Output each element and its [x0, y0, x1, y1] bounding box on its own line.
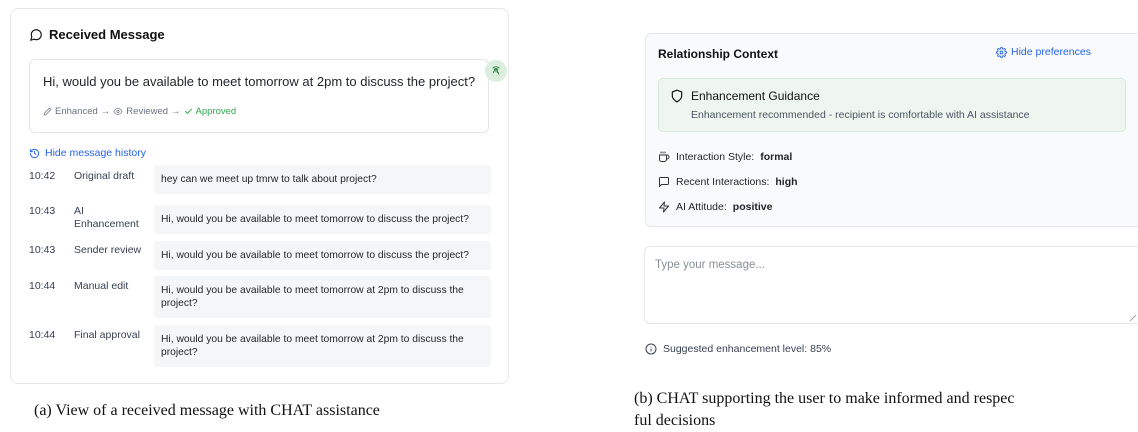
history-label: Manual edit — [74, 280, 129, 292]
interaction-style-value: formal — [760, 151, 793, 163]
history-label: AI Enhancement — [74, 205, 139, 230]
history-text: Hi, would you be available to meet tomor… — [154, 205, 491, 234]
pipeline-arrow: → — [100, 106, 111, 117]
pipeline-reviewed: Reviewed — [126, 106, 169, 117]
relationship-context-title: Relationship Context — [658, 47, 779, 61]
message-pipeline: Enhanced → Reviewed → Approved — [43, 106, 236, 117]
received-message-text: Hi, would you be available to meet tomor… — [43, 74, 476, 89]
eye-icon — [113, 108, 123, 115]
relationship-context-panel: Relationship Context Hide preferences En… — [645, 33, 1138, 227]
history-text: hey can we meet up tmrw to talk about pr… — [154, 165, 491, 194]
interaction-style-row: Interaction Style: formal — [658, 151, 792, 163]
shield-icon — [671, 89, 683, 103]
history-time: 10:43 — [29, 244, 56, 256]
received-message-header: Received Message — [29, 27, 165, 42]
history-label: Final approval — [74, 329, 140, 341]
history-time: 10:43 — [29, 205, 56, 217]
settings-icon — [996, 46, 1007, 58]
suggested-enhancement-text: Suggested enhancement level: 85% — [663, 343, 832, 355]
suggested-enhancement-level: Suggested enhancement level: 85% — [645, 343, 831, 355]
pipeline-approved: Approved — [195, 106, 237, 117]
caption-b-line1: (b) CHAT supporting the user to make inf… — [634, 390, 1015, 407]
caption-a: (a) View of a received message with CHAT… — [34, 402, 380, 419]
pipeline-arrow: → — [171, 106, 181, 117]
enhancement-guidance-description: Enhancement recommended - recipient is c… — [691, 109, 1030, 121]
ai-attitude-row: AI Attitude: positive — [658, 201, 772, 213]
ai-attitude-value: positive — [732, 201, 773, 213]
history-time: 10:44 — [29, 280, 56, 292]
zap-icon — [659, 201, 669, 213]
history-text: Hi, would you be available to meet tomor… — [154, 325, 491, 367]
caption-b-line2: ful decisions — [634, 412, 716, 429]
hide-message-history-label: Hide message history — [45, 147, 146, 159]
enhancement-guidance-box: Enhancement Guidance Enhancement recomme… — [658, 78, 1126, 132]
check-icon — [184, 108, 192, 115]
history-text: Hi, would you be available to meet tomor… — [154, 276, 491, 318]
history-time: 10:42 — [29, 170, 56, 182]
message-square-icon — [659, 177, 669, 187]
history-label: Sender review — [74, 244, 142, 256]
pencil-icon — [43, 107, 52, 116]
hide-message-history-link[interactable]: Hide message history — [29, 147, 146, 159]
pipeline-enhanced: Enhanced — [55, 106, 98, 117]
recent-interactions-row: Recent Interactions: high — [658, 176, 798, 188]
hide-preferences-label: Hide preferences — [1011, 46, 1091, 58]
history-icon — [29, 148, 40, 158]
received-message-box: Hi, would you be available to meet tomor… — [29, 59, 489, 133]
hide-preferences-link[interactable]: Hide preferences — [996, 46, 1091, 58]
message-input[interactable] — [655, 259, 1125, 309]
message-circle-icon — [30, 28, 42, 41]
caption-b: (b) CHAT supporting the user to make inf… — [634, 388, 1015, 432]
ai-attitude-label: AI Attitude: — [676, 201, 727, 213]
recent-interactions-label: Recent Interactions: — [676, 176, 770, 188]
recent-interactions-value: high — [775, 176, 798, 188]
fingerprint-button[interactable] — [485, 60, 507, 82]
fingerprint-icon — [492, 66, 500, 75]
received-message-title: Received Message — [49, 27, 165, 42]
history-label: Original draft — [74, 170, 135, 182]
interaction-style-label: Interaction Style: — [676, 151, 755, 163]
received-message-panel: Received Message Hi, would you be availa… — [10, 8, 509, 384]
coffee-icon — [659, 151, 670, 162]
info-icon — [645, 343, 657, 355]
compose-box — [644, 246, 1138, 324]
resize-handle-icon[interactable] — [1130, 315, 1136, 321]
history-text: Hi, would you be available to meet tomor… — [154, 241, 491, 270]
enhancement-guidance-title: Enhancement Guidance — [691, 89, 820, 103]
history-time: 10:44 — [29, 329, 56, 341]
